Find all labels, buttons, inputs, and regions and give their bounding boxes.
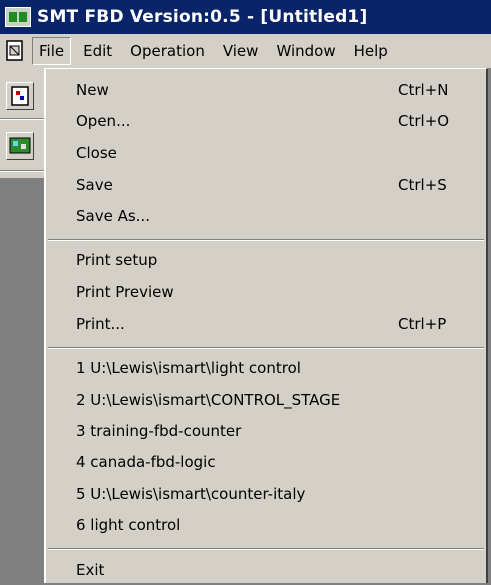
fbd-block-tool-icon[interactable] <box>6 82 34 110</box>
toolbar-divider <box>0 118 44 120</box>
fbd-app-icon[interactable] <box>5 7 31 27</box>
menu-item-print-preview[interactable]: Print Preview <box>46 277 486 307</box>
fbd-link-tool-icon[interactable] <box>6 132 34 160</box>
recent-file-4[interactable]: 4 canada-fbd-logic <box>46 447 486 477</box>
menu-item-new[interactable]: New Ctrl+N <box>46 75 486 105</box>
menu-item-label: Save <box>76 176 113 194</box>
menu-item-close[interactable]: Close <box>46 138 486 168</box>
menu-item-label: 4 canada-fbd-logic <box>76 453 216 471</box>
menu-item-exit[interactable]: Exit <box>46 555 486 585</box>
menu-item-save-as[interactable]: Save As... <box>46 201 486 231</box>
menu-item-shortcut: Ctrl+O <box>398 112 450 130</box>
menu-item-label: New <box>76 81 109 99</box>
menu-window[interactable]: Window <box>270 38 341 64</box>
recent-file-5[interactable]: 5 U:\Lewis\ismart\counter-italy <box>46 479 486 509</box>
menu-item-shortcut: Ctrl+P <box>398 315 447 333</box>
menu-help[interactable]: Help <box>348 38 394 64</box>
recent-file-6[interactable]: 6 light control <box>46 510 486 540</box>
menu-item-label: Print Preview <box>76 283 174 301</box>
recent-file-1[interactable]: 1 U:\Lewis\ismart\light control <box>46 353 486 383</box>
file-menu-dropdown: New Ctrl+N Open... Ctrl+O Close Save Ctr… <box>44 68 488 583</box>
menu-bar: File Edit Operation View Window Help <box>0 34 491 68</box>
menu-item-open[interactable]: Open... Ctrl+O <box>46 106 486 136</box>
menu-operation[interactable]: Operation <box>124 38 211 64</box>
menu-item-label: Print... <box>76 315 125 333</box>
menu-item-shortcut: Ctrl+S <box>398 176 447 194</box>
menu-item-label: Print setup <box>76 251 158 269</box>
menu-edit[interactable]: Edit <box>77 38 118 64</box>
menu-item-save[interactable]: Save Ctrl+S <box>46 170 486 200</box>
menu-separator <box>48 239 484 241</box>
menu-item-label: 5 U:\Lewis\ismart\counter-italy <box>76 485 306 503</box>
menu-item-label: Exit <box>76 561 105 579</box>
menu-view[interactable]: View <box>217 38 265 64</box>
recent-file-2[interactable]: 2 U:\Lewis\ismart\CONTROL_STAGE <box>46 385 486 415</box>
menu-item-print[interactable]: Print... Ctrl+P <box>46 309 486 339</box>
menu-item-shortcut: Ctrl+N <box>398 81 449 99</box>
menu-separator <box>48 548 484 550</box>
menu-item-label: 3 training-fbd-counter <box>76 422 242 440</box>
menu-item-label: 6 light control <box>76 516 181 534</box>
title-bar: SMT FBD Version:0.5 - [Untitled1] <box>0 0 491 34</box>
menu-separator <box>48 347 484 349</box>
menu-item-label: Close <box>76 144 117 162</box>
menu-item-label: 2 U:\Lewis\ismart\CONTROL_STAGE <box>76 391 341 409</box>
window-title: SMT FBD Version:0.5 - [Untitled1] <box>37 7 368 27</box>
menu-file[interactable]: File <box>32 37 72 65</box>
menu-item-label: Open... <box>76 112 131 130</box>
menu-item-label: Save As... <box>76 207 150 225</box>
recent-file-3[interactable]: 3 training-fbd-counter <box>46 416 486 446</box>
toolbar-divider <box>0 170 44 172</box>
document-icon[interactable] <box>4 39 26 63</box>
workspace <box>0 178 44 583</box>
menu-item-label: 1 U:\Lewis\ismart\light control <box>76 359 301 377</box>
menu-item-print-setup[interactable]: Print setup <box>46 245 486 275</box>
